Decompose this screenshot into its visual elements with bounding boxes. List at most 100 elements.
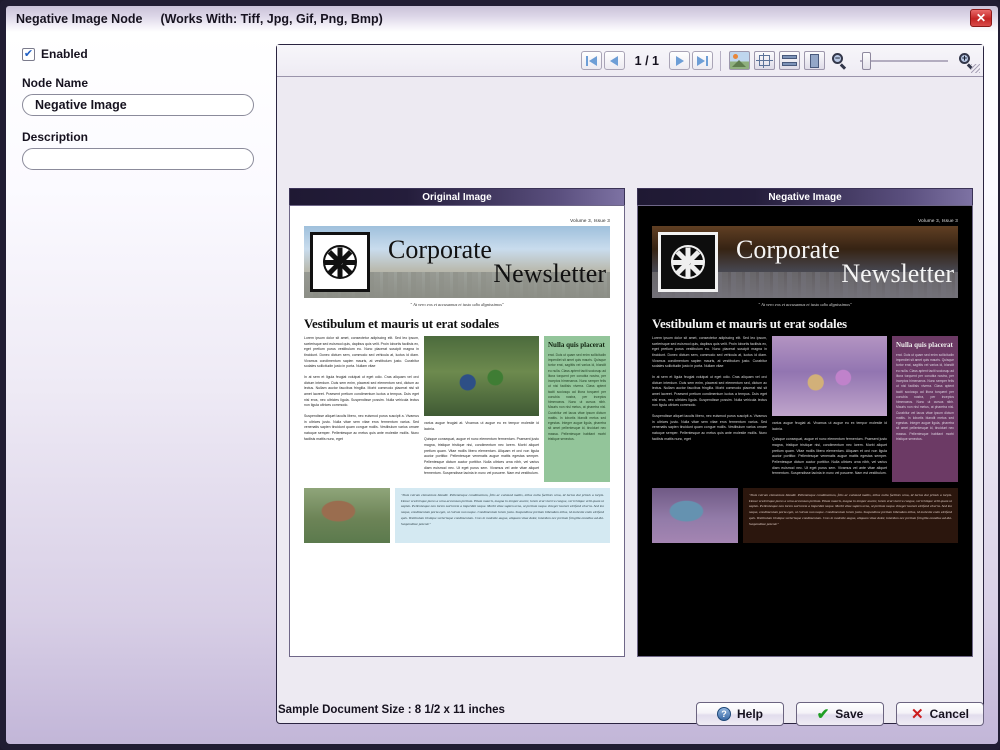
description-input[interactable] [22,148,254,170]
logo-icon [310,232,370,292]
fit-to-window-icon[interactable] [754,51,775,70]
article-columns: Lorem ipsum dolor sit amet, consectetur … [652,336,958,482]
paragraph: Quisque consequat, augue et nunc element… [772,437,887,476]
check-icon: ✔ [816,705,830,723]
logo-icon [658,232,718,292]
paragraph: Suspendisse aliquet iaculis libero, nec … [652,413,767,441]
settings-panel: ✔ Enabled Node Name Description [22,46,272,170]
masthead-title: Corporate Newsletter [370,236,610,288]
negative-image-pane: Negative Image Volume 3, Issue 3 Corpora… [637,188,973,658]
column-sidebar: Nulla quis placerat erat. Duis ut quam s… [544,336,610,482]
sidebar-body: erat. Duis ut quam sed enim sollicitudin… [896,352,954,441]
volume-issue: Volume 3, Issue 3 [570,218,610,223]
toolbar-resize-grip[interactable] [971,64,980,73]
masthead-line2: Newsletter [841,259,954,288]
column-one: Lorem ipsum dolor sit amet, consectetur … [652,336,767,482]
zoom-slider[interactable] [860,51,948,70]
enabled-row: ✔ Enabled [22,46,272,62]
sidebar-heading: Nulla quis placerat [548,341,605,349]
tagline: " At vero eos et accusamus et iusto odio… [410,302,504,307]
article-headline: Vestibulum et mauris ut erat sodales [304,316,499,331]
sidebar-box: Nulla quis placerat erat. Duis ut quam s… [892,336,958,482]
sample-document-size: Sample Document Size : 8 1/2 x 11 inches [278,704,505,716]
paragraph: In at sem et ligula feugiat volutpat ut … [304,374,419,408]
volume-issue: Volume 3, Issue 3 [918,218,958,223]
preview-panel: 1 / 1 − + Original Image Volume 3, Issue… [276,44,984,724]
paragraph: Lorem ipsum dolor sit amet, consectetur … [652,336,767,369]
cancel-button[interactable]: ✕ Cancel [896,702,984,726]
masthead-title: Corporate Newsletter [718,236,958,288]
sidebar-body: erat. Duis ut quam sed enim sollicitudin… [548,352,606,441]
enabled-checkbox[interactable]: ✔ [22,47,35,61]
dialog-buttons: ? Help ✔ Save ✕ Cancel [696,702,984,726]
paragraph: Quisque consequat, augue et nunc element… [424,437,539,476]
enabled-label: Enabled [41,47,88,61]
zoom-slider-thumb[interactable] [862,51,871,70]
window-title-formats: (Works With: Tiff, Jpg, Gif, Png, Bmp) [160,12,383,26]
paragraph: varius augue feugiat at. Vivamus ut augu… [424,421,539,431]
node-name-input[interactable] [22,94,254,116]
newsletter-document: Volume 3, Issue 3 Corporate Newsletter "… [290,206,624,656]
close-icon[interactable]: ✕ [970,9,992,27]
newsletter-document-negative: Volume 3, Issue 3 Corporate Newsletter "… [638,206,972,656]
dialog-body: ✔ Enabled Node Name Description 1 / 1 [6,32,998,744]
negative-image-canvas[interactable]: Volume 3, Issue 3 Corporate Newsletter "… [637,205,973,657]
portrait-photo [304,487,390,543]
save-button[interactable]: ✔ Save [796,702,884,726]
article-columns: Lorem ipsum dolor sit amet, consectetur … [304,336,610,482]
paragraph: varius augue feugiat at. Vivamus ut augu… [772,421,887,431]
last-page-icon[interactable] [692,51,713,70]
negative-image-node-window: Negative Image Node (Works With: Tiff, J… [0,0,1000,750]
fit-page-icon[interactable] [804,51,825,70]
quote-section: "Duis rutrum elementum blandit. Pellente… [304,487,610,543]
page-indicator: 1 / 1 [634,53,659,68]
x-icon: ✕ [911,705,924,723]
zoom-in-glyph: + [961,53,968,63]
paragraph: In at sem et ligula feugiat volutpat ut … [652,374,767,408]
fit-width-icon[interactable] [779,51,800,70]
next-page-icon[interactable] [669,51,690,70]
image-comparison-area: Original Image Volume 3, Issue 3 Corpora… [289,188,973,658]
node-name-label: Node Name [22,76,89,90]
preview-toolbar: 1 / 1 − + [277,45,983,77]
negative-image-title: Negative Image [637,188,973,205]
column-two: varius augue feugiat at. Vivamus ut augu… [772,336,887,482]
portrait-photo [652,487,738,543]
help-button[interactable]: ? Help [696,702,784,726]
zoom-out-icon[interactable]: − [829,51,850,70]
window-title-bar: Negative Image Node (Works With: Tiff, J… [6,6,998,32]
masthead: Corporate Newsletter [652,226,958,298]
article-photo [424,336,539,416]
tagline: " At vero eos et accusamus et iusto odio… [758,302,852,307]
cancel-button-label: Cancel [929,707,969,721]
previous-page-icon[interactable] [603,51,625,70]
save-button-label: Save [835,707,864,721]
zoom-slider-track[interactable] [860,51,948,70]
view-mode-buttons: − [727,51,852,70]
quote-box: "Duis rutrum elementum blandit. Pellente… [395,487,610,543]
zoom-out-glyph: − [834,53,841,63]
sidebar-box: Nulla quis placerat erat. Duis ut quam s… [544,336,610,482]
paragraph: Lorem ipsum dolor sit amet, consectetur … [304,336,419,369]
original-image-title: Original Image [289,188,625,205]
column-two: varius augue feugiat at. Vivamus ut augu… [424,336,539,482]
article-headline: Vestibulum et mauris ut erat sodales [652,316,847,331]
window-title: Negative Image Node [16,12,143,26]
show-image-icon[interactable] [729,51,750,70]
description-label: Description [22,130,89,144]
page-navigation: 1 / 1 [580,51,714,70]
masthead: Corporate Newsletter [304,226,610,298]
original-image-canvas[interactable]: Volume 3, Issue 3 Corporate Newsletter "… [289,205,625,657]
first-page-icon[interactable] [580,51,602,70]
help-icon: ? [716,707,731,721]
masthead-line2: Newsletter [493,259,606,288]
sidebar-heading: Nulla quis placerat [896,341,953,349]
column-sidebar: Nulla quis placerat erat. Duis ut quam s… [892,336,958,482]
help-button-label: Help [736,707,763,721]
article-photo [772,336,887,416]
quote-box: "Duis rutrum elementum blandit. Pellente… [743,487,958,543]
toolbar-separator [720,50,721,71]
quote-text: "Duis rutrum elementum blandit. Pellente… [401,492,605,526]
quote-text: "Duis rutrum elementum blandit. Pellente… [749,492,953,526]
quote-section: "Duis rutrum elementum blandit. Pellente… [652,487,958,543]
